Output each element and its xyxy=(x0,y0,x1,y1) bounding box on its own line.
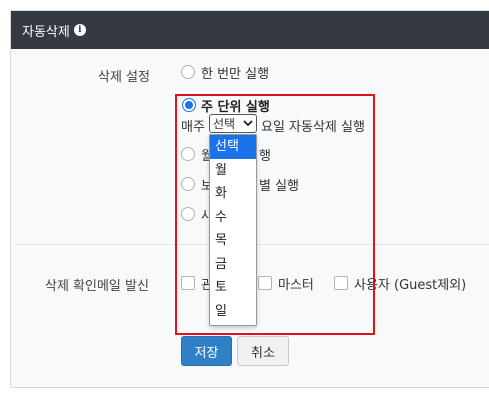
radio-run-once-label: 한 번만 실행 xyxy=(201,67,270,82)
panel-title: 자동삭제 xyxy=(22,24,70,40)
save-button[interactable]: 저장 xyxy=(181,336,232,366)
email-label: 삭제 확인메일 발신 xyxy=(45,279,149,294)
panel-header: 자동삭제 i xyxy=(11,11,489,49)
delete-setting-label: 삭제 설정 xyxy=(98,70,150,85)
highlight-annotation-box xyxy=(175,94,375,335)
radio-run-once[interactable] xyxy=(181,65,195,79)
info-icon[interactable]: i xyxy=(73,24,86,36)
cancel-button[interactable]: 취소 xyxy=(237,336,289,366)
